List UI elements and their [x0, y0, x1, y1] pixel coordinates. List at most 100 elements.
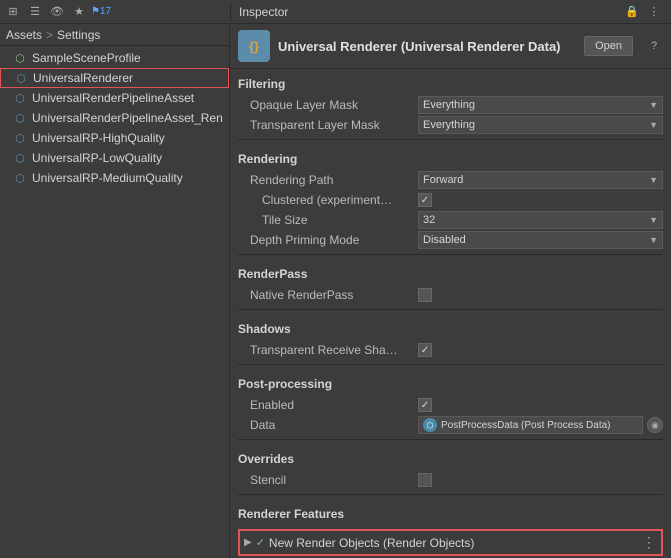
stencil-row: Stencil — [238, 470, 663, 490]
opaque-layer-mask-dropdown[interactable]: Everything ▼ — [418, 96, 663, 114]
divider-5 — [238, 439, 663, 440]
grid-icon[interactable]: ⊞ — [4, 3, 22, 21]
transparent-receive-label: Transparent Receive Sha… — [238, 343, 418, 357]
stencil-label: Stencil — [238, 473, 418, 487]
postprocessing-section-header: Post-processing — [238, 369, 663, 395]
divider-4 — [238, 364, 663, 365]
enabled-check-icon: ✓ — [256, 536, 265, 549]
enabled-label: Enabled — [238, 398, 418, 412]
breadcrumb-assets[interactable]: Assets — [6, 28, 42, 42]
inspector-panel-title: Inspector — [239, 5, 623, 19]
shadows-section-header: Shadows — [238, 314, 663, 340]
opaque-layer-mask-row: Opaque Layer Mask Everything ▼ — [238, 95, 663, 115]
breadcrumb: Assets > Settings — [0, 24, 229, 46]
native-renderpass-checkbox[interactable] — [418, 288, 432, 302]
transparent-layer-mask-value: Everything ▼ — [418, 116, 663, 134]
renderer-icon: ⬡ — [13, 70, 29, 86]
rendering-section-header: Rendering — [238, 144, 663, 170]
tile-size-value: 32 ▼ — [418, 211, 663, 229]
tree-item-pipeline-asset-ren[interactable]: ⬡ UniversalRenderPipelineAsset_Ren — [0, 108, 229, 128]
rendering-path-dropdown[interactable]: Forward ▼ — [418, 171, 663, 189]
asset-icon: ⬡ — [12, 150, 28, 166]
opaque-layer-mask-value: Everything ▼ — [418, 96, 663, 114]
transparent-layer-mask-label: Transparent Layer Mask — [238, 118, 418, 132]
asset-icon: ⬡ — [12, 110, 28, 126]
native-renderpass-value — [418, 288, 663, 302]
tile-size-label: Tile Size — [238, 213, 418, 227]
enabled-checkbox[interactable]: ✓ — [418, 398, 432, 412]
expand-icon: ▶ — [244, 537, 252, 548]
divider-6 — [238, 494, 663, 495]
renderpass-section-header: RenderPass — [238, 259, 663, 285]
native-renderpass-row: Native RenderPass — [238, 285, 663, 305]
transparent-layer-mask-row: Transparent Layer Mask Everything ▼ — [238, 115, 663, 135]
clustered-row: Clustered (experiment… ✓ — [238, 190, 663, 210]
rendering-path-row: Rendering Path Forward ▼ — [238, 170, 663, 190]
panel-menu-icon[interactable]: ⋮ — [645, 3, 663, 21]
native-renderpass-label: Native RenderPass — [238, 288, 418, 302]
chevron-down-icon: ▼ — [649, 215, 658, 225]
rendering-path-label: Rendering Path — [238, 173, 418, 187]
chevron-down-icon: ▼ — [649, 120, 658, 130]
inspector-body: Filtering Opaque Layer Mask Everything ▼… — [230, 69, 671, 558]
component-icon: {} — [238, 30, 270, 62]
open-button[interactable]: Open — [584, 36, 633, 56]
breadcrumb-settings[interactable]: Settings — [57, 28, 100, 42]
clustered-label: Clustered (experiment… — [238, 193, 418, 207]
circle-select-btn[interactable]: ◉ — [647, 417, 663, 433]
transparent-receive-row: Transparent Receive Sha… ✓ — [238, 340, 663, 360]
breadcrumb-sep: > — [46, 28, 53, 42]
component-name: Universal Renderer (Universal Renderer D… — [278, 39, 576, 54]
eye-icon[interactable]: 👁 — [48, 3, 66, 21]
tree-item-lowquality[interactable]: ⬡ UniversalRP-LowQuality — [0, 148, 229, 168]
tree-item-universalrenderer[interactable]: ⬡ UniversalRenderer — [0, 68, 229, 88]
three-dots-icon[interactable]: ⋮ — [642, 534, 657, 551]
lock-icon[interactable]: 🔒 — [623, 3, 641, 21]
chevron-down-icon: ▼ — [649, 100, 658, 110]
file-tree: ⬡ SampleSceneProfile ⬡ UniversalRenderer… — [0, 46, 229, 558]
tree-label: SampleSceneProfile — [32, 51, 141, 65]
star-icon[interactable]: ★ — [70, 3, 88, 21]
left-panel: Assets > Settings ⬡ SampleSceneProfile ⬡… — [0, 24, 230, 558]
tile-size-row: Tile Size 32 ▼ — [238, 210, 663, 230]
asset-icon: ⬡ — [12, 90, 28, 106]
chevron-down-icon: ▼ — [649, 175, 658, 185]
inspector-title-block: Universal Renderer (Universal Renderer D… — [278, 39, 576, 54]
right-panel: {} Universal Renderer (Universal Rendere… — [230, 24, 671, 558]
transparent-receive-checkbox[interactable]: ✓ — [418, 343, 432, 357]
stencil-checkbox[interactable] — [418, 473, 432, 487]
data-row: Data ⬡ PostProcessData (Post Process Dat… — [238, 415, 663, 435]
transparent-layer-mask-dropdown[interactable]: Everything ▼ — [418, 116, 663, 134]
data-asset-icon: ⬡ — [423, 418, 437, 432]
overrides-section-header: Overrides — [238, 444, 663, 470]
render-objects-label: New Render Objects (Render Objects) — [269, 536, 638, 550]
tree-label: UniversalRenderer — [33, 71, 133, 85]
chevron-down-icon: ▼ — [649, 235, 658, 245]
tile-size-dropdown[interactable]: 32 ▼ — [418, 211, 663, 229]
data-value: ⬡ PostProcessData (Post Process Data) ◉ — [418, 416, 663, 434]
tree-item-highquality[interactable]: ⬡ UniversalRP-HighQuality — [0, 128, 229, 148]
tree-item-pipeline-asset[interactable]: ⬡ UniversalRenderPipelineAsset — [0, 88, 229, 108]
tree-label: UniversalRP-LowQuality — [32, 151, 162, 165]
rendering-path-value: Forward ▼ — [418, 171, 663, 189]
tree-item-mediumquality[interactable]: ⬡ UniversalRP-MediumQuality — [0, 168, 229, 188]
clustered-checkbox[interactable]: ✓ — [418, 193, 432, 207]
renderer-features-section-header: Renderer Features — [238, 499, 663, 525]
inspector-header: {} Universal Renderer (Universal Rendere… — [230, 24, 671, 69]
opaque-layer-mask-label: Opaque Layer Mask — [238, 98, 418, 112]
data-field[interactable]: ⬡ PostProcessData (Post Process Data) — [418, 416, 643, 434]
enabled-value: ✓ — [418, 398, 663, 412]
depth-priming-dropdown[interactable]: Disabled ▼ — [418, 231, 663, 249]
divider-1 — [238, 139, 663, 140]
depth-priming-value: Disabled ▼ — [418, 231, 663, 249]
depth-priming-label: Depth Priming Mode — [238, 233, 418, 247]
data-label: Data — [238, 418, 418, 432]
tree-label: UniversalRenderPipelineAsset — [32, 91, 194, 105]
tree-item-samplescene[interactable]: ⬡ SampleSceneProfile — [0, 48, 229, 68]
filtering-section-header: Filtering — [238, 69, 663, 95]
tree-label: UniversalRenderPipelineAsset_Ren — [32, 111, 223, 125]
help-icon[interactable]: ? — [645, 37, 663, 55]
hierarchy-icon[interactable]: ☰ — [26, 3, 44, 21]
render-objects-row[interactable]: ▶ ✓ New Render Objects (Render Objects) … — [238, 529, 663, 556]
enabled-row: Enabled ✓ — [238, 395, 663, 415]
